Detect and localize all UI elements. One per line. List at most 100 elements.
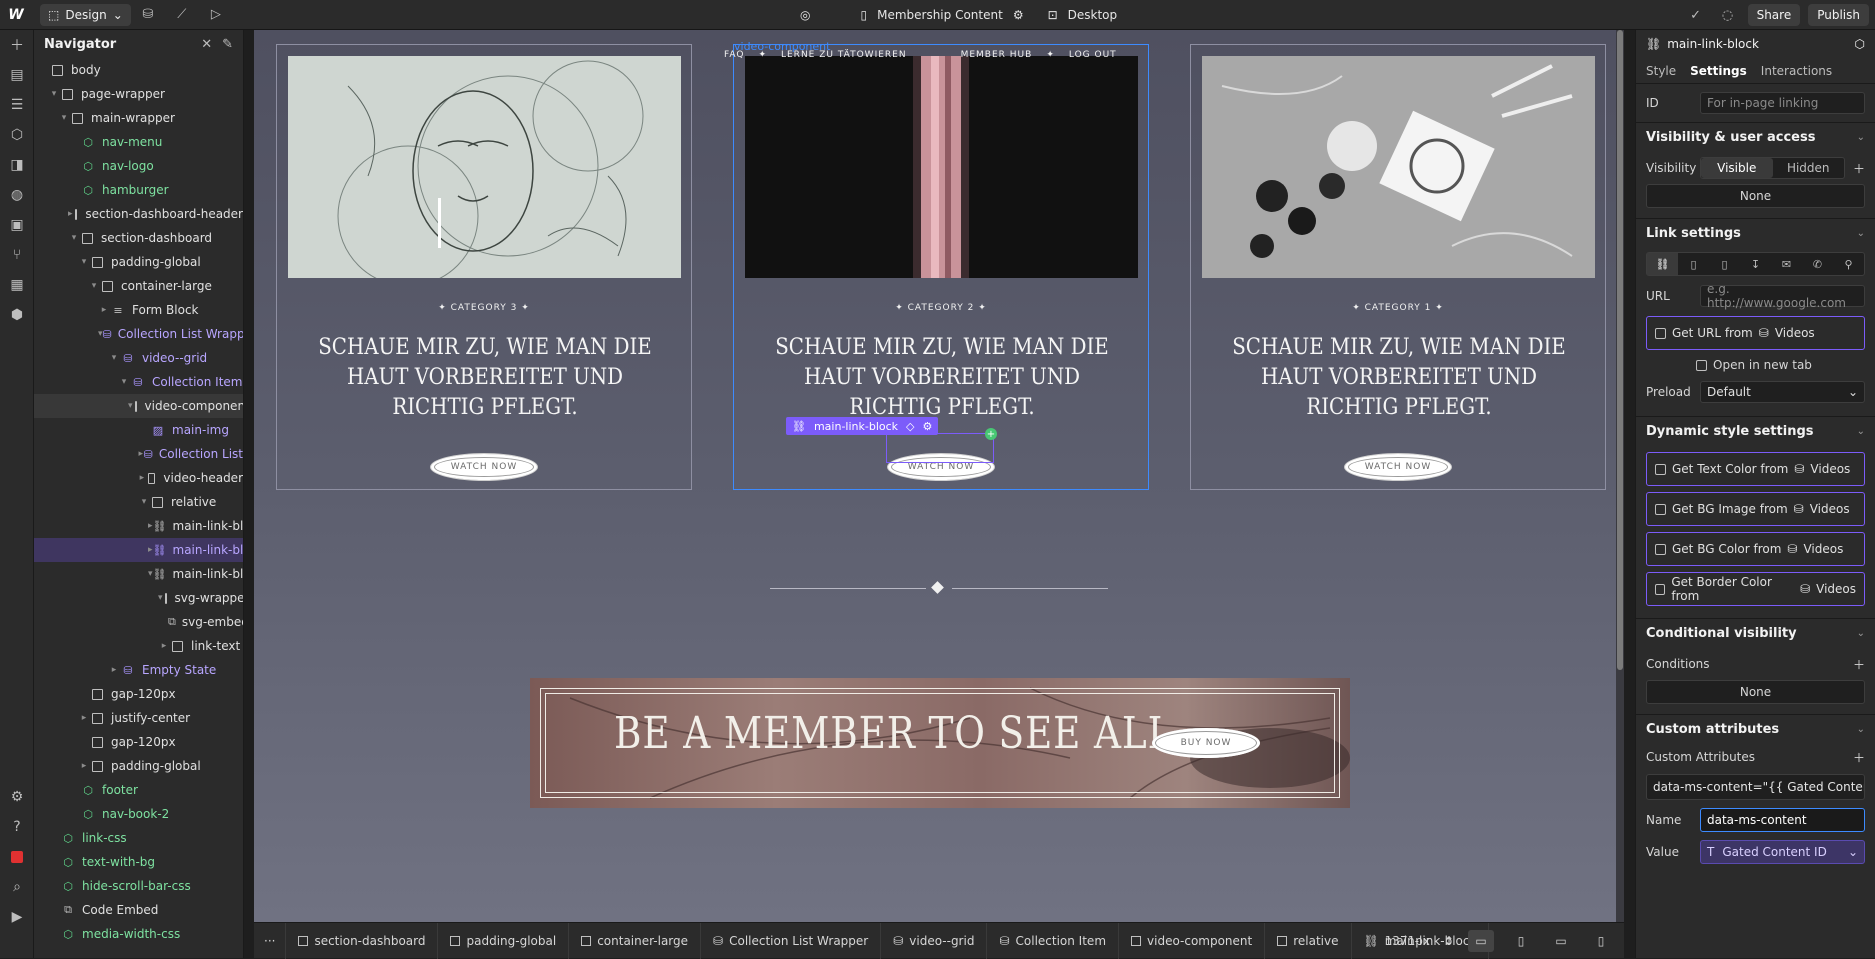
cms-icon[interactable]: ⛁ [131, 0, 165, 30]
add-icon[interactable]: ＋ [1853, 160, 1865, 177]
custom-attribute-item[interactable]: data-ms-content="{{ Gated Content I [1646, 774, 1865, 800]
analytics-icon[interactable]: ⟋ [165, 0, 199, 30]
visible-option[interactable]: Visible [1701, 158, 1773, 178]
video-tutorial-icon[interactable]: ▶ [0, 902, 34, 932]
desktop-breakpoint-icon[interactable]: ▭ [1468, 930, 1494, 952]
design-canvas[interactable]: ✦ CATEGORY 3 ✦ SCHAUE MIR ZU, WIE MAN DI… [254, 30, 1624, 922]
navigator-row[interactable]: ▸ section-dashboard-header [34, 202, 243, 226]
add-attribute-icon[interactable]: ＋ [1853, 749, 1865, 766]
link-settings-header[interactable]: Link settings ⌄ [1636, 218, 1875, 248]
tablet-breakpoint-icon[interactable]: ▯ [1508, 930, 1534, 952]
email-link-icon[interactable]: ✉ [1771, 253, 1802, 275]
expand-caret-icon[interactable]: ▸ [138, 473, 146, 483]
dynamic-style-item[interactable]: Get BG Color from ⛁ Videos [1646, 532, 1865, 566]
logic-icon[interactable]: ⑂ [0, 240, 34, 270]
element-settings-gear-icon[interactable]: ⚙ [923, 420, 933, 433]
member-banner[interactable]: BE A MEMBER TO SEE ALL BUY NOW [530, 678, 1350, 808]
expand-caret-icon[interactable]: ▸ [78, 761, 90, 771]
visibility-toggle[interactable]: Visible Hidden [1700, 157, 1845, 179]
dynamic-style-checkbox[interactable] [1655, 503, 1666, 515]
visibility-conditions[interactable]: None [1646, 184, 1865, 208]
expand-caret-icon[interactable]: ▸ [108, 665, 120, 675]
collection-page-link-icon[interactable]: ▯ [1709, 253, 1740, 275]
navigator-row[interactable]: ⬡ hide-scroll-bar-css [34, 874, 243, 898]
site-nav-link[interactable]: ✦ [1046, 50, 1055, 60]
watch-now-button[interactable]: WATCH NOW [430, 453, 538, 481]
add-icon[interactable]: ＋ [0, 30, 34, 60]
dynamic-style-checkbox[interactable] [1655, 463, 1666, 475]
navigator-row[interactable]: gap-120px [34, 730, 243, 754]
breadcrumb-item[interactable]: video-component [1119, 922, 1266, 959]
navigator-row[interactable]: ▾ video-component [34, 394, 243, 418]
navigator-row[interactable]: ⬡ footer [34, 778, 243, 802]
navigator-row[interactable]: ⬡ link-css [34, 826, 243, 850]
hidden-option[interactable]: Hidden [1773, 158, 1845, 178]
help-icon[interactable]: ? [0, 812, 34, 842]
apps-icon[interactable]: ▦ [0, 270, 34, 300]
cube-icon[interactable]: ⬡ [1855, 37, 1865, 51]
checkmark-icon[interactable]: ✓ [1684, 0, 1708, 30]
dynamic-style-item[interactable]: Get Border Color from ⛁ Videos [1646, 572, 1865, 606]
expand-caret-icon[interactable]: ▾ [118, 377, 130, 387]
expand-caret-icon[interactable]: ▾ [108, 353, 120, 363]
mobile-landscape-icon[interactable]: ▭ [1548, 930, 1574, 952]
navigator-row[interactable]: ⬡ nav-menu [34, 130, 243, 154]
navigator-row[interactable]: ▸⛓main-link-block [34, 538, 243, 562]
navigator-row[interactable]: ▸ justify-center [34, 706, 243, 730]
tab-interactions[interactable]: Interactions [1761, 64, 1832, 78]
navigator-row[interactable]: ▸ ≡ Form Block [34, 298, 243, 322]
site-nav-link[interactable]: LOG OUT [1069, 50, 1117, 60]
add-element-icon[interactable]: + [985, 428, 997, 440]
preload-select[interactable]: Default ⌄ [1700, 381, 1865, 403]
navigator-row[interactable]: ▸ link-text [34, 634, 243, 658]
navigator-row[interactable]: ▾ relative [34, 490, 243, 514]
navigator-row[interactable]: ⬡ hamburger [34, 178, 243, 202]
video-card-1[interactable]: ✦ CATEGORY 3 ✦ SCHAUE MIR ZU, WIE MAN DI… [276, 44, 692, 490]
breakpoint-selector[interactable]: Desktop [1068, 8, 1118, 22]
preview-play-icon[interactable]: ▷ [199, 0, 233, 30]
expand-caret-icon[interactable]: ▾ [88, 281, 100, 291]
dynamic-style-checkbox[interactable] [1655, 583, 1666, 595]
publish-button[interactable]: Publish [1808, 4, 1869, 26]
file-link-icon[interactable]: ⚲ [1833, 253, 1864, 275]
site-nav-link[interactable]: FAQ [724, 50, 744, 60]
attribute-name-input[interactable]: data-ms-content [1700, 808, 1865, 832]
navigator-row[interactable]: ▸ ⛁ Empty State [34, 658, 243, 682]
globe-icon[interactable]: ◎ [800, 8, 810, 22]
navigator-row[interactable]: ▾ padding-global [34, 250, 243, 274]
selected-element-label[interactable]: ⛓ main-link-block ◇ ⚙ [786, 417, 939, 435]
collapse-all-icon[interactable]: ✕ [201, 37, 212, 52]
expand-caret-icon[interactable]: ▸ [158, 641, 170, 651]
dynamic-style-item[interactable]: Get BG Image from ⛁ Videos [1646, 492, 1865, 526]
breadcrumb-item[interactable]: relative [1265, 922, 1352, 959]
expand-caret-icon[interactable]: ▾ [128, 401, 133, 411]
expand-caret-icon[interactable]: ▸ [78, 713, 90, 723]
navigator-row[interactable]: ▾ svg-wrapper [34, 586, 243, 610]
site-nav-link[interactable]: LERNE ZU TÄTOWIEREN [781, 50, 907, 60]
settings-gear-icon[interactable]: ⚙ [0, 782, 34, 812]
watch-now-button[interactable]: WATCH NOW [1344, 453, 1452, 481]
search-icon[interactable]: ⌕ [0, 872, 34, 902]
memberstack-app-icon[interactable] [0, 842, 34, 872]
url-link-icon[interactable]: ⛓ [1647, 253, 1678, 275]
dynamic-style-header[interactable]: Dynamic style settings ⌄ [1636, 416, 1875, 446]
webflow-logo[interactable]: W [0, 0, 32, 30]
share-button[interactable]: Share [1747, 4, 1801, 26]
navigator-row[interactable]: ⧉ svg-embed [34, 610, 243, 634]
conditions-value[interactable]: None [1646, 680, 1865, 704]
site-nav-link[interactable]: MEMBER HUB [961, 50, 1033, 60]
expand-caret-icon[interactable]: ▸ [98, 305, 110, 315]
pages-icon[interactable]: ▤ [0, 60, 34, 90]
navigator-row[interactable]: ⬡ nav-logo [34, 154, 243, 178]
navigator-row[interactable]: ▸ video-header [34, 466, 243, 490]
breadcrumb-item[interactable]: ⛁ video--grid [881, 922, 988, 959]
navigator-row[interactable]: ⬡ text-with-bg [34, 850, 243, 874]
navigator-row[interactable]: ▾ container-large [34, 274, 243, 298]
cube-icon[interactable]: ⬢ [0, 300, 34, 330]
component-icon[interactable]: ◇ [906, 420, 914, 433]
page-selector[interactable]: Membership Content [877, 8, 1003, 22]
expand-caret-icon[interactable]: ▾ [58, 113, 70, 123]
canvas-width-readout[interactable]: 1371px [1385, 934, 1430, 948]
pin-icon[interactable]: ✎ [222, 37, 233, 52]
navigator-row[interactable]: ▾ main-wrapper [34, 106, 243, 130]
